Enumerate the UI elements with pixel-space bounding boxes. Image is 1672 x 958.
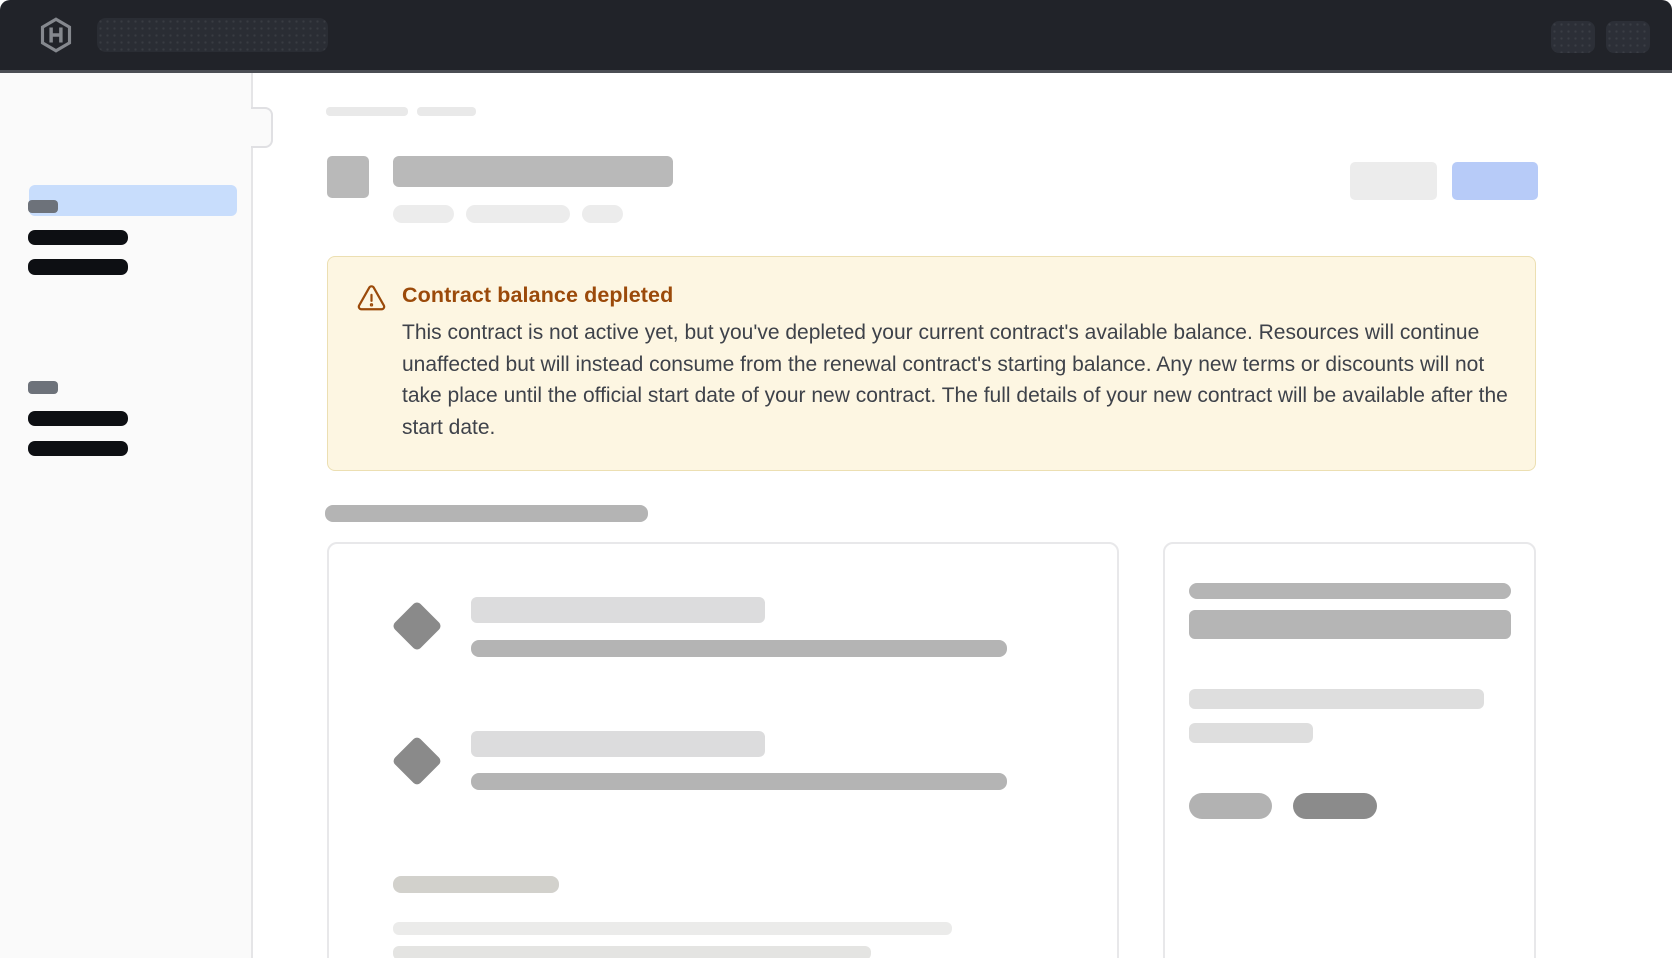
sidebar-collapse-handle[interactable] xyxy=(251,107,273,148)
summary-primary-pill-button[interactable] xyxy=(1293,793,1377,819)
navbar-help-button[interactable] xyxy=(1551,21,1595,53)
sidebar-item-active[interactable] xyxy=(29,185,237,216)
page-title-skeleton xyxy=(393,156,673,187)
summary-heading-skeleton xyxy=(1189,610,1511,639)
page-badge-1 xyxy=(393,205,454,223)
warning-triangle-icon xyxy=(356,283,387,314)
header-primary-button[interactable] xyxy=(1452,162,1538,200)
sidebar-section-label-2 xyxy=(28,381,58,394)
top-navbar xyxy=(0,0,1672,73)
sidebar-item-1[interactable] xyxy=(28,230,128,245)
sidebar-item-3[interactable] xyxy=(28,411,128,426)
sidebar-item-2[interactable] xyxy=(28,259,128,275)
list-row-2-value-skeleton xyxy=(471,773,1007,790)
hashicorp-logo-icon[interactable] xyxy=(38,16,74,54)
warning-alert: Contract balance depleted This contract … xyxy=(327,256,1536,471)
summary-title-skeleton xyxy=(1189,583,1511,599)
page-badge-2 xyxy=(466,205,570,223)
list-row-1-value-skeleton xyxy=(471,640,1007,657)
alert-body: This contract is not active yet, but you… xyxy=(402,317,1510,443)
breadcrumb-segment-1[interactable] xyxy=(326,107,408,116)
app-window: Contract balance depleted This contract … xyxy=(0,0,1672,958)
sidebar-item-4[interactable] xyxy=(28,441,128,456)
page-icon xyxy=(327,156,369,198)
summary-secondary-pill-button[interactable] xyxy=(1189,793,1272,819)
alert-title: Contract balance depleted xyxy=(402,283,673,308)
card-footnote-line-skeleton xyxy=(393,946,871,958)
summary-card xyxy=(1163,542,1536,958)
global-search-input[interactable] xyxy=(97,18,328,52)
header-secondary-button[interactable] xyxy=(1350,162,1437,200)
section-title-skeleton xyxy=(325,505,648,522)
list-row-1-title-skeleton xyxy=(471,597,765,623)
list-row-2-title-skeleton xyxy=(471,731,765,757)
card-footnote-line-skeleton xyxy=(393,922,952,935)
sidebar-section-label-1 xyxy=(28,200,58,213)
summary-line-skeleton xyxy=(1189,723,1313,743)
card-footnote-label-skeleton xyxy=(393,876,559,893)
sidebar-nav xyxy=(0,73,253,958)
navbar-account-button[interactable] xyxy=(1606,21,1650,53)
page-badge-3 xyxy=(582,205,623,223)
summary-line-skeleton xyxy=(1189,689,1484,709)
breadcrumb-segment-2[interactable] xyxy=(417,107,476,116)
